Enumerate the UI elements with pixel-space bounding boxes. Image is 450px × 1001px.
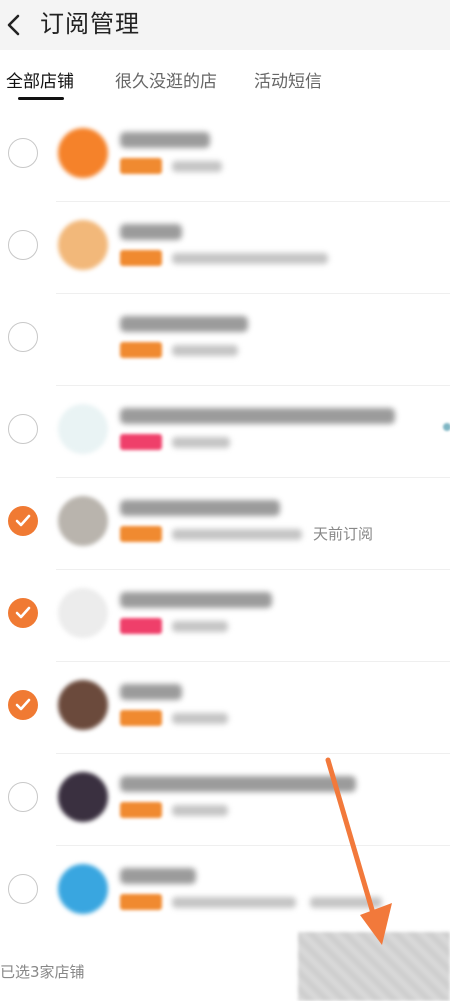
store-tag-blurred [120, 250, 162, 266]
tab-bar: 全部店铺 很久没逛的店 活动短信 [0, 50, 450, 110]
list-item[interactable] [0, 386, 450, 478]
checkmark-icon [15, 514, 31, 527]
store-name-blurred [120, 684, 182, 700]
page-title: 订阅管理 [40, 10, 140, 38]
tab-long-unvisited[interactable]: 很久没逛的店 [115, 70, 217, 94]
store-info-blurred [172, 805, 228, 816]
store-avatar [58, 772, 108, 822]
store-name-blurred [120, 224, 182, 240]
select-checkbox[interactable] [8, 690, 38, 720]
store-tag-blurred [120, 526, 162, 542]
store-avatar [58, 404, 108, 454]
checkmark-icon [15, 698, 31, 711]
active-tab-indicator [18, 97, 64, 100]
select-checkbox[interactable] [8, 230, 38, 260]
list-item[interactable] [0, 294, 450, 386]
store-tag-blurred [120, 158, 162, 174]
select-checkbox[interactable] [8, 598, 38, 628]
store-tag-blurred [120, 894, 162, 910]
store-name-blurred [120, 408, 395, 424]
pointer-arrow-icon [325, 757, 392, 945]
list-item[interactable]: 天前订阅 [0, 478, 450, 570]
store-avatar [58, 680, 108, 730]
select-checkbox[interactable] [8, 506, 38, 536]
header-bar: 订阅管理 [0, 0, 450, 50]
store-info-blurred [172, 621, 228, 632]
store-name-blurred [120, 868, 196, 884]
select-checkbox[interactable] [8, 138, 38, 168]
store-tag-blurred [120, 342, 162, 358]
store-tag-blurred [120, 434, 162, 450]
store-avatar [58, 864, 108, 914]
store-avatar [58, 496, 108, 546]
list-item[interactable] [0, 662, 450, 754]
select-checkbox[interactable] [8, 782, 38, 812]
edge-decoration [443, 423, 450, 431]
store-name-blurred [120, 316, 248, 332]
list-item[interactable] [0, 570, 450, 662]
list-item[interactable] [0, 110, 450, 202]
list-item[interactable] [0, 202, 450, 294]
store-info-blurred [172, 345, 238, 356]
store-tag-blurred [120, 618, 162, 634]
store-name-blurred [120, 592, 272, 608]
store-name-blurred [120, 500, 280, 516]
back-arrow-icon[interactable] [4, 12, 26, 38]
select-checkbox[interactable] [8, 414, 38, 444]
store-avatar [58, 128, 108, 178]
selected-count-text: 已选3家店铺 [0, 963, 85, 981]
store-info-blurred [172, 529, 302, 540]
store-tag-blurred [120, 802, 162, 818]
store-avatar [58, 588, 108, 638]
subscribed-time-text: 天前订阅 [313, 525, 374, 543]
store-info-blurred [172, 897, 296, 908]
checkmark-icon [15, 606, 31, 619]
tab-all-stores[interactable]: 全部店铺 [6, 70, 74, 94]
tab-promo-sms[interactable]: 活动短信 [254, 70, 322, 94]
select-checkbox[interactable] [8, 874, 38, 904]
store-info-blurred [172, 161, 222, 172]
store-tag-blurred [120, 710, 162, 726]
select-checkbox[interactable] [8, 322, 38, 352]
store-name-blurred [120, 132, 210, 148]
store-avatar [58, 220, 108, 270]
store-info-blurred [172, 437, 230, 448]
store-info-blurred [172, 253, 328, 264]
store-avatar [58, 312, 108, 362]
store-info-blurred [172, 713, 228, 724]
